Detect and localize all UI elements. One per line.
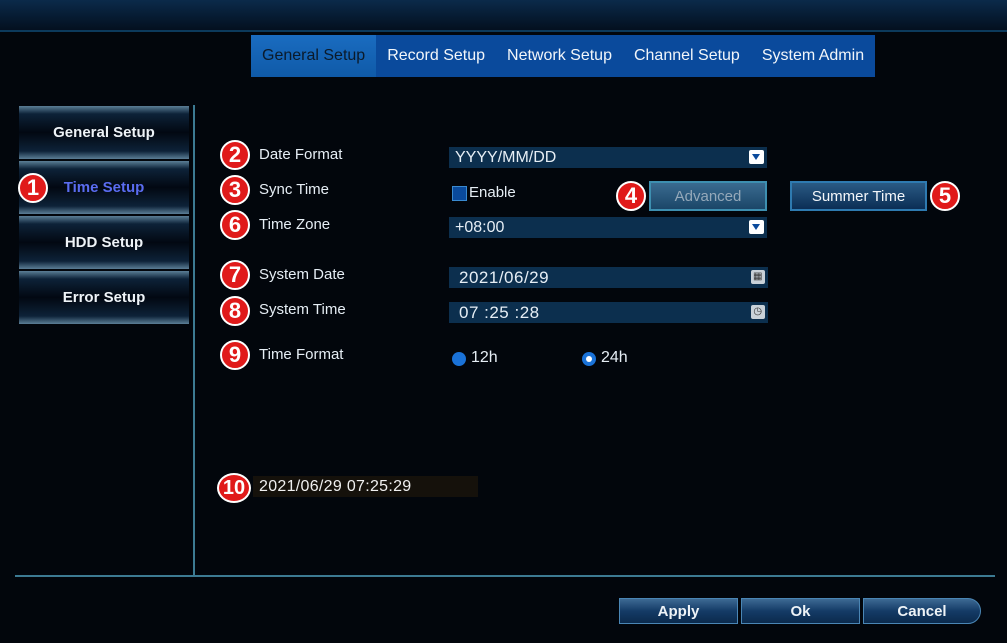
sync-time-enable-checkbox[interactable] <box>452 186 467 201</box>
calendar-icon[interactable]: ▦ <box>751 270 765 284</box>
time-zone-select[interactable]: +08:00 <box>449 217 767 238</box>
time-format-24h-label: 24h <box>601 349 628 366</box>
date-format-value: YYYY/MM/DD <box>455 148 557 166</box>
system-time-value: 07 :25 :28 <box>459 302 540 322</box>
chevron-down-icon[interactable] <box>749 150 764 164</box>
advanced-button[interactable]: Advanced <box>649 181 767 211</box>
tab-channel-setup[interactable]: Channel Setup <box>623 35 751 77</box>
cancel-button[interactable]: Cancel <box>863 598 981 624</box>
callout-badge-8: 8 <box>220 296 250 326</box>
sync-time-enable-label: Enable <box>469 184 516 201</box>
sidebar-item-general-setup[interactable]: General Setup <box>19 106 189 159</box>
sync-time-label: Sync Time <box>259 181 330 198</box>
tab-system-admin[interactable]: System Admin <box>751 35 875 77</box>
footer-divider <box>15 575 995 577</box>
current-datetime-display: 2021/06/29 07:25:29 <box>253 476 478 497</box>
callout-badge-1: 1 <box>18 173 48 203</box>
system-time-label: System Time <box>259 301 346 318</box>
system-time-input[interactable]: 07 :25 :28 ◷ <box>449 302 768 323</box>
tab-general-setup[interactable]: General Setup <box>251 35 377 77</box>
time-zone-value: +08:00 <box>455 218 505 236</box>
summer-time-button[interactable]: Summer Time <box>790 181 927 211</box>
tab-record-setup[interactable]: Record Setup <box>376 35 496 77</box>
apply-button[interactable]: Apply <box>619 598 738 624</box>
top-tabs: General Setup Record Setup Network Setup… <box>251 35 876 77</box>
time-zone-label: Time Zone <box>259 216 331 233</box>
callout-badge-9: 9 <box>220 340 250 370</box>
ok-button[interactable]: Ok <box>741 598 860 624</box>
callout-badge-3: 3 <box>220 175 250 205</box>
date-format-select[interactable]: YYYY/MM/DD <box>449 147 767 168</box>
sidebar-divider <box>193 105 195 575</box>
time-format-12h-radio[interactable] <box>452 352 466 366</box>
clock-icon[interactable]: ◷ <box>751 305 765 319</box>
callout-badge-2: 2 <box>220 140 250 170</box>
callout-badge-6: 6 <box>220 210 250 240</box>
callout-badge-5: 5 <box>930 181 960 211</box>
tab-network-setup[interactable]: Network Setup <box>496 35 623 77</box>
sidebar-item-hdd-setup[interactable]: HDD Setup <box>19 216 189 269</box>
sidebar-item-error-setup[interactable]: Error Setup <box>19 271 189 324</box>
system-date-input[interactable]: 2021/06/29 ▦ <box>449 267 768 288</box>
system-date-value: 2021/06/29 <box>459 267 550 287</box>
title-bar <box>0 0 1007 32</box>
time-format-label: Time Format <box>259 346 344 363</box>
date-format-label: Date Format <box>259 146 343 163</box>
time-format-24h-radio[interactable] <box>582 352 596 366</box>
time-format-12h-label: 12h <box>471 349 498 366</box>
callout-badge-10: 10 <box>217 473 251 503</box>
callout-badge-7: 7 <box>220 260 250 290</box>
chevron-down-icon[interactable] <box>749 220 764 234</box>
callout-badge-4: 4 <box>616 181 646 211</box>
system-date-label: System Date <box>259 266 345 283</box>
